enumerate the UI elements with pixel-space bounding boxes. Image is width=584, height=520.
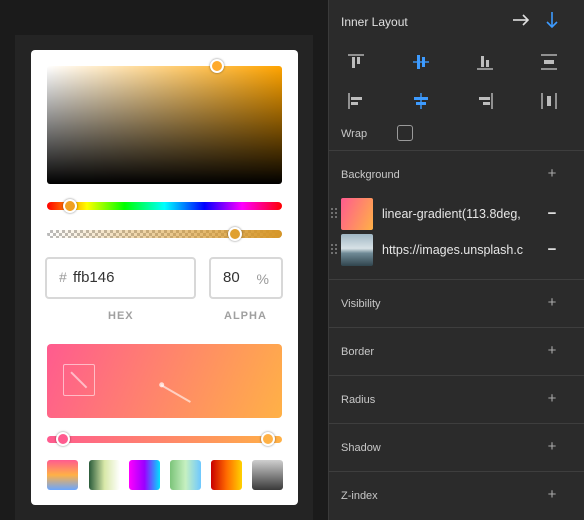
- add-shadow-button[interactable]: +: [545, 439, 559, 455]
- gradient-stop-end[interactable]: [261, 432, 275, 446]
- hex-input[interactable]: # ffb146: [45, 257, 196, 299]
- alpha-label: ALPHA: [224, 310, 267, 322]
- divider: [329, 327, 584, 328]
- gradient-stops-track[interactable]: [47, 436, 282, 443]
- saturation-brightness-area[interactable]: [47, 59, 282, 184]
- properties-panel: Inner Layout Wrap Background + linear-gr…: [328, 0, 584, 520]
- hex-label: HEX: [108, 310, 134, 322]
- section-border-label: Border: [341, 346, 375, 358]
- wrap-checkbox[interactable]: [397, 125, 413, 141]
- hue-handle[interactable]: [63, 199, 77, 213]
- section-radius-label: Radius: [341, 394, 376, 406]
- background-layer-value[interactable]: linear-gradient(113.8deg,: [382, 207, 532, 221]
- hash-symbol: #: [59, 269, 67, 285]
- hex-value[interactable]: ffb146: [73, 269, 114, 286]
- saturation-handle[interactable]: [210, 59, 224, 73]
- section-zindex-label: Z-index: [341, 490, 378, 502]
- swatch-4[interactable]: [170, 460, 201, 490]
- hue-slider[interactable]: [47, 199, 282, 213]
- swatch-1[interactable]: [47, 460, 78, 490]
- background-layer-row[interactable]: https://images.unsplash.c −: [329, 234, 584, 268]
- background-layer-row[interactable]: linear-gradient(113.8deg, −: [329, 198, 584, 232]
- align-top-icon[interactable]: [347, 53, 365, 71]
- divider: [329, 150, 584, 151]
- alpha-slider[interactable]: [47, 227, 282, 241]
- space-between-horizontal-icon[interactable]: [540, 92, 558, 110]
- align-center-vertical-icon[interactable]: [412, 53, 430, 71]
- image-thumbnail[interactable]: [341, 234, 373, 266]
- align-left-icon[interactable]: [347, 92, 365, 110]
- add-background-button[interactable]: +: [545, 166, 559, 182]
- remove-background-button[interactable]: −: [545, 206, 559, 222]
- align-bottom-icon[interactable]: [476, 53, 494, 71]
- swatch-6[interactable]: [252, 460, 283, 490]
- gradient-preview[interactable]: [47, 344, 282, 418]
- divider: [329, 471, 584, 472]
- divider: [329, 375, 584, 376]
- swatch-3[interactable]: [129, 460, 160, 490]
- remove-background-button[interactable]: −: [545, 242, 559, 258]
- add-border-button[interactable]: +: [545, 343, 559, 359]
- arrow-right-icon[interactable]: [511, 10, 531, 30]
- alpha-handle[interactable]: [228, 227, 242, 241]
- drag-handle-icon[interactable]: [331, 208, 339, 222]
- panel-title: Inner Layout: [341, 15, 408, 29]
- wrap-label: Wrap: [341, 128, 368, 140]
- space-between-vertical-icon[interactable]: [540, 53, 558, 71]
- add-zindex-button[interactable]: +: [545, 487, 559, 503]
- section-background-label: Background: [341, 169, 400, 181]
- gradient-stop-start[interactable]: [56, 432, 70, 446]
- divider: [329, 423, 584, 424]
- alpha-input[interactable]: 80 %: [209, 257, 283, 299]
- section-shadow-label: Shadow: [341, 442, 381, 454]
- divider: [329, 279, 584, 280]
- alpha-fill: [47, 230, 282, 238]
- drag-handle-icon[interactable]: [331, 244, 339, 258]
- arrow-down-icon[interactable]: [542, 10, 562, 30]
- swatch-5[interactable]: [211, 460, 242, 490]
- gradient-angle-handle[interactable]: [160, 384, 191, 403]
- gradient-thumbnail[interactable]: [341, 198, 373, 230]
- section-visibility-label: Visibility: [341, 298, 381, 310]
- background-layer-value[interactable]: https://images.unsplash.c: [382, 243, 532, 257]
- add-radius-button[interactable]: +: [545, 391, 559, 407]
- color-picker: # ffb146 80 % HEX ALPHA: [31, 50, 298, 505]
- no-fill-icon[interactable]: [63, 364, 95, 396]
- align-right-icon[interactable]: [476, 92, 494, 110]
- alpha-value[interactable]: 80: [223, 269, 240, 286]
- app-root: # ffb146 80 % HEX ALPHA Inner Layout Wra…: [0, 0, 584, 520]
- align-center-horizontal-icon[interactable]: [412, 92, 430, 110]
- add-visibility-button[interactable]: +: [545, 295, 559, 311]
- swatch-2[interactable]: [89, 460, 120, 490]
- percent-symbol: %: [256, 271, 269, 287]
